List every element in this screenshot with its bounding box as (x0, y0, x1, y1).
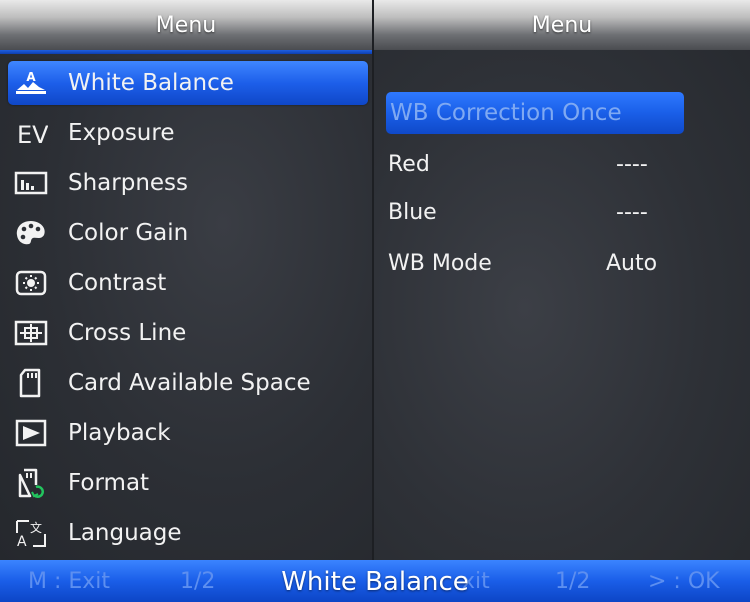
sharpness-icon (14, 168, 48, 198)
setting-row-wb-mode[interactable]: WB Mode Auto (388, 244, 688, 284)
current-menu-title: White Balance (281, 567, 469, 597)
setting-value: ---- (616, 200, 648, 225)
menu-label: Language (68, 520, 182, 546)
menu-label: White Balance (68, 70, 234, 96)
exposure-ev-icon: EV (14, 118, 48, 148)
crosshair-icon (14, 318, 48, 348)
camera-menu-screen: Menu Menu A White Balance EV Exposure Sh… (0, 0, 750, 602)
language-icon: 文A (14, 518, 48, 548)
menu-label: Card Available Space (68, 370, 311, 396)
menu-item-language[interactable]: 文A Language (8, 511, 368, 555)
setting-row-blue[interactable]: Blue ---- (388, 193, 688, 233)
menu-label: Contrast (68, 270, 167, 296)
setting-value: Auto (606, 251, 658, 276)
menu-item-format[interactable]: Format (8, 461, 368, 505)
svg-text:文: 文 (30, 520, 42, 535)
wb-correction-once-button[interactable]: WB Correction Once (386, 92, 684, 134)
setting-label: Red (388, 152, 430, 177)
menu-label: Playback (68, 420, 171, 446)
setting-label: Blue (388, 200, 437, 225)
menu-item-playback[interactable]: Playback (8, 411, 368, 455)
menu-item-white-balance[interactable]: A White Balance (8, 61, 368, 105)
left-header-rule (0, 50, 372, 54)
menu-item-exposure[interactable]: EV Exposure (8, 111, 368, 155)
menu-label: Format (68, 470, 150, 496)
right-panel-title: Menu (374, 0, 750, 50)
menu-item-color-gain[interactable]: Color Gain (8, 211, 368, 255)
setting-label: WB Mode (388, 251, 492, 276)
svg-text:A: A (26, 70, 36, 84)
menu-item-card-available-space[interactable]: Card Available Space (8, 361, 368, 405)
white-balance-icon: A (14, 68, 48, 98)
play-icon (14, 418, 48, 448)
left-panel-title: Menu (0, 0, 372, 50)
setting-row-red[interactable]: Red ---- (388, 145, 688, 185)
setting-value: ---- (616, 152, 648, 177)
status-bar: M : Exit 1/2 xit 1/2 > : OK White Balanc… (0, 560, 750, 602)
svg-text:EV: EV (17, 121, 48, 148)
menu-item-contrast[interactable]: Contrast (8, 261, 368, 305)
menu-label: Sharpness (68, 170, 189, 196)
menu-item-cross-line[interactable]: Cross Line (8, 311, 368, 355)
menu-label: Exposure (68, 120, 175, 146)
menu-label: Color Gain (68, 220, 189, 246)
contrast-icon (14, 268, 48, 298)
sd-card-icon (14, 368, 48, 398)
menu-item-sharpness[interactable]: Sharpness (8, 161, 368, 205)
sd-card-refresh-icon (14, 468, 48, 498)
menu-label: Cross Line (68, 320, 187, 346)
svg-text:A: A (17, 534, 27, 548)
palette-icon (14, 218, 48, 248)
